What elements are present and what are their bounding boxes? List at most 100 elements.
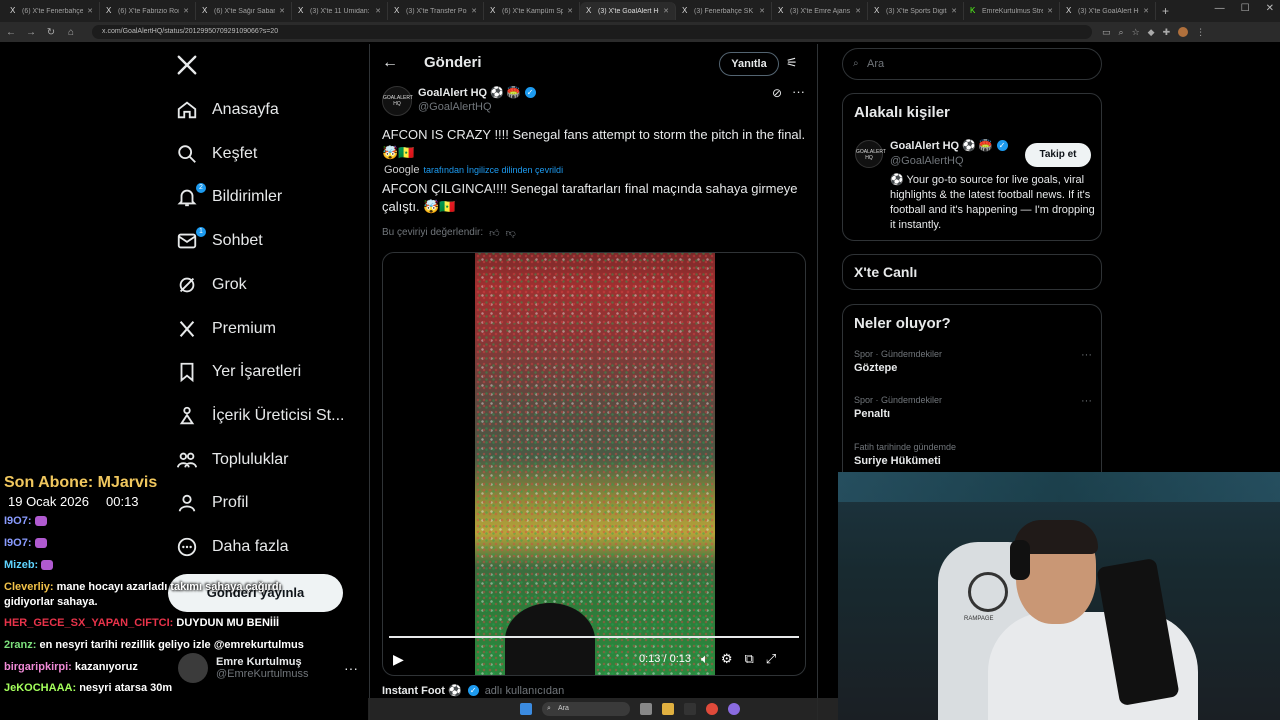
author-name[interactable]: GoalAlert HQ ⚽ 🏟️: [418, 86, 521, 99]
browser-tab[interactable]: K EmreKurtulmus Stream ✕: [964, 2, 1060, 20]
thumbs-up-icon[interactable]: 👍︎: [489, 227, 499, 239]
nav-item-search[interactable]: Keşfet: [176, 134, 257, 174]
browser-tab[interactable]: X (6) X'te Sağır Sabancı ✕: [196, 2, 292, 20]
nav-item-communities[interactable]: Topluluklar: [176, 440, 288, 480]
browser-tab[interactable]: X (3) X'te Transfer Postası ✕: [388, 2, 484, 20]
trend-item[interactable]: Spor · Gündemdekiler Göztepe ···: [854, 349, 1092, 374]
discord-icon[interactable]: [728, 703, 740, 715]
close-icon[interactable]: ✕: [1266, 3, 1274, 14]
nav-item-more-circle[interactable]: Daha fazla: [176, 527, 289, 567]
nav-item-bell[interactable]: 2 Bildirimler: [176, 177, 282, 217]
account-handle: @EmreKurtulmuss: [216, 668, 309, 680]
tab-title: (3) X'te GoalAlert HQ: A: [1078, 7, 1139, 15]
nav-item-label: Yer İşaretleri: [212, 363, 302, 381]
zoom-icon[interactable]: ⌕: [1119, 27, 1124, 38]
close-tab-icon[interactable]: ✕: [567, 7, 573, 15]
nav-item-bookmark[interactable]: Yer İşaretleri: [176, 352, 301, 392]
sliders-icon[interactable]: ⚟: [786, 55, 798, 71]
close-tab-icon[interactable]: ✕: [663, 7, 669, 15]
nav-item-home[interactable]: Anasayfa: [176, 90, 279, 130]
more-icon[interactable]: ···: [792, 84, 805, 99]
profile-avatar-icon[interactable]: [1178, 26, 1189, 37]
author-name-row[interactable]: GoalAlert HQ ⚽ 🏟️ ✓: [418, 86, 536, 99]
close-tab-icon[interactable]: ✕: [951, 7, 957, 15]
terminal-icon[interactable]: [684, 703, 696, 715]
browser-tab[interactable]: X (3) X'te 11 Umidan: "Ch ✕: [292, 2, 388, 20]
close-tab-icon[interactable]: ✕: [1047, 7, 1053, 15]
related-name-row[interactable]: GoalAlert HQ ⚽ 🏟️ ✓: [890, 139, 1008, 152]
nav-item-profile[interactable]: Profil: [176, 483, 248, 523]
close-tab-icon[interactable]: ✕: [1143, 7, 1149, 15]
maximize-icon[interactable]: ☐: [1241, 3, 1250, 14]
browser-tab[interactable]: X (3) X'te GoalAlert HQ: A ✕: [580, 2, 676, 20]
forward-icon[interactable]: →: [26, 27, 36, 38]
account-switcher[interactable]: Emre Kurtulmuş @EmreKurtulmuss ···: [178, 648, 358, 688]
fullscreen-icon[interactable]: ⤢: [766, 651, 776, 667]
nav-item-creator[interactable]: İçerik Üreticisi St...: [176, 396, 344, 436]
live-card[interactable]: X'te Canlı: [842, 254, 1102, 290]
volume-icon[interactable]: 🔈︎: [701, 651, 709, 667]
nav-item-mail[interactable]: 1 Sohbet: [176, 221, 263, 261]
extension-icon[interactable]: ◆: [1148, 27, 1155, 38]
video-player[interactable]: ▶ 0:13 / 0:13 🔈︎ ⚙ ⧉ ⤢: [382, 252, 806, 676]
translation-note[interactable]: tarafından İngilizce dilinden çevrildi: [423, 165, 563, 175]
video-frame[interactable]: [475, 253, 715, 675]
follow-button[interactable]: Takip et: [1025, 143, 1091, 167]
settings-gear-icon[interactable]: ⚙: [721, 651, 733, 667]
back-icon[interactable]: ←: [6, 27, 16, 38]
quoted-name[interactable]: Instant Foot ⚽: [382, 684, 462, 697]
close-tab-icon[interactable]: ✕: [87, 7, 93, 15]
close-tab-icon[interactable]: ✕: [183, 7, 189, 15]
reply-button[interactable]: Yanıtla: [719, 52, 779, 76]
chrome-icon[interactable]: [706, 703, 718, 715]
reload-icon[interactable]: ↻: [46, 27, 56, 38]
browser-tab[interactable]: X (3) X'te GoalAlert HQ: A ✕: [1060, 2, 1156, 20]
browser-tab[interactable]: X (6) X'te Fenerbahçe SK✕: [4, 2, 100, 20]
url-field[interactable]: x.com/GoalAlertHQ/status/201299507092910…: [92, 25, 1092, 39]
file-explorer-icon[interactable]: [662, 703, 674, 715]
browser-tab[interactable]: X (3) X'te Sports Digital ✕: [868, 2, 964, 20]
quoted-source[interactable]: Instant Foot ⚽ ✓ adlı kullanıcıdan: [382, 684, 564, 698]
related-name[interactable]: GoalAlert HQ ⚽ 🏟️: [890, 139, 993, 152]
thumbs-down-icon[interactable]: 👎︎: [506, 227, 516, 239]
close-tab-icon[interactable]: ✕: [759, 7, 765, 15]
author-avatar[interactable]: GOALALERT HQ: [382, 86, 413, 116]
new-tab-icon[interactable]: +: [1162, 4, 1169, 18]
trend-item[interactable]: Spor · Gündemdekiler Penaltı ···: [854, 395, 1092, 420]
post-button[interactable]: Gönderi yayınla: [168, 574, 343, 612]
play-icon[interactable]: ▶: [393, 651, 404, 668]
browser-tab[interactable]: X (3) X'te Emre Ajans ne ✕: [772, 2, 868, 20]
browser-tab[interactable]: X (6) X'te Fabrizio Romano ✕: [100, 2, 196, 20]
cast-icon[interactable]: ▭: [1102, 27, 1111, 38]
more-icon[interactable]: ···: [1081, 395, 1092, 407]
close-tab-icon[interactable]: ✕: [375, 7, 381, 15]
task-view-icon[interactable]: [640, 703, 652, 715]
close-tab-icon[interactable]: ✕: [471, 7, 477, 15]
search-input[interactable]: ⌕ Ara: [842, 48, 1102, 80]
browser-tab[interactable]: X (6) X'te Kampüm Spor ✕: [484, 2, 580, 20]
x-logo-icon[interactable]: [176, 54, 198, 81]
trend-item[interactable]: Fatih tarihinde gündemde Suriye Hükümeti: [854, 442, 1092, 467]
related-handle[interactable]: @GoalAlertHQ: [890, 155, 964, 167]
puzzle-icon[interactable]: ✚: [1163, 27, 1171, 38]
star-icon[interactable]: ☆: [1132, 27, 1140, 38]
browser-tab[interactable]: X (3) Fenerbahçe SK (@ ✕: [676, 2, 772, 20]
nav-item-x-premium[interactable]: Premium: [176, 309, 276, 349]
back-arrow-icon[interactable]: ←: [382, 54, 398, 72]
windows-start-icon[interactable]: [520, 703, 532, 715]
author-handle[interactable]: @GoalAlertHQ: [418, 101, 492, 113]
minimize-icon[interactable]: —: [1215, 3, 1225, 14]
taskbar-search-placeholder: Ara: [558, 705, 569, 712]
taskbar-search[interactable]: ⌕ Ara: [542, 702, 630, 716]
pip-icon[interactable]: ⧉: [744, 651, 753, 667]
more-icon[interactable]: ···: [1081, 349, 1092, 361]
close-tab-icon[interactable]: ✕: [855, 7, 861, 15]
video-progress-bar[interactable]: [389, 636, 799, 638]
close-tab-icon[interactable]: ✕: [279, 7, 285, 15]
home-icon[interactable]: ⌂: [66, 27, 76, 38]
grok-icon[interactable]: ⊘: [772, 86, 782, 100]
x-icon: X: [10, 6, 16, 15]
nav-item-grok[interactable]: Grok: [176, 265, 247, 305]
menu-icon[interactable]: ⋮: [1196, 27, 1205, 38]
avatar[interactable]: GOALALERT HQ: [855, 140, 886, 168]
